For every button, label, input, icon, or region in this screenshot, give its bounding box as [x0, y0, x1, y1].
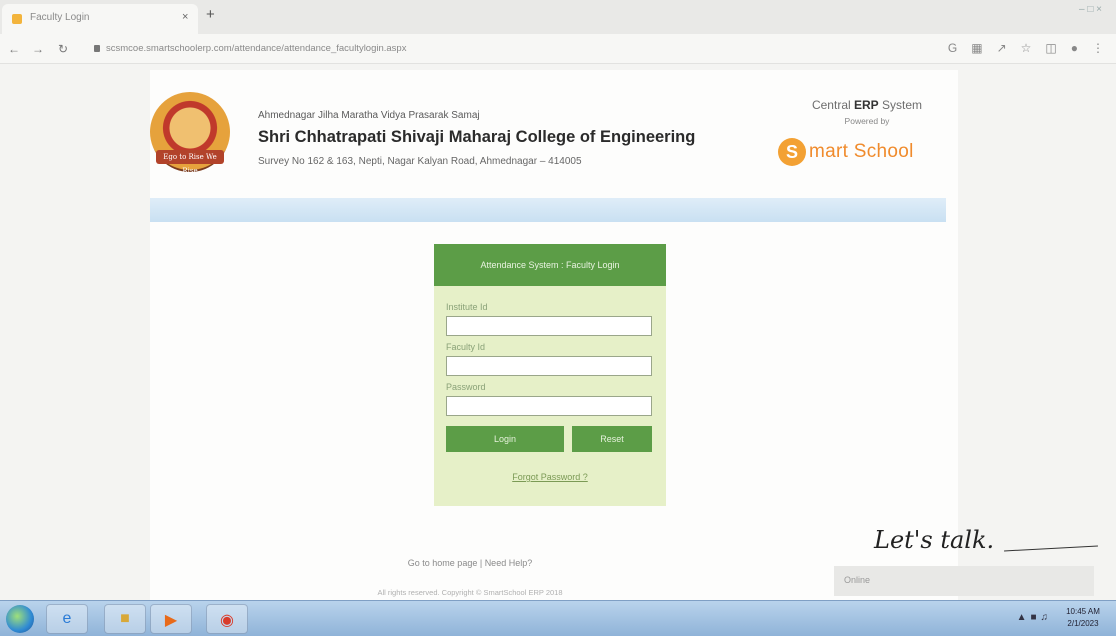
menu-kebab-icon[interactable]: ⋮: [1092, 41, 1104, 55]
tab-title: Faculty Login: [30, 12, 90, 23]
forgot-password-link[interactable]: Forgot Password ?: [434, 472, 666, 482]
bookmark-star-icon[interactable]: ☆: [1021, 41, 1032, 55]
folder-icon: ■: [120, 610, 130, 627]
media-player-icon: ▶: [164, 612, 178, 629]
taskbar-media-player[interactable]: ▶: [150, 604, 192, 634]
translate-icon[interactable]: ▦: [971, 41, 982, 55]
page-content: Ego to Rise We Rise Ahmednagar Jilha Mar…: [150, 70, 958, 605]
home-page-link[interactable]: Go to home page: [408, 558, 478, 568]
brand-text: mart School: [809, 141, 914, 162]
clock[interactable]: 10:45 AM 2/1/2023: [1058, 606, 1108, 630]
new-tab-icon[interactable]: +: [206, 6, 215, 23]
login-title: Attendance System : Faculty Login: [434, 244, 666, 286]
help-link[interactable]: Need Help?: [485, 558, 533, 568]
college-address: Survey No 162 & 163, Nepti, Nagar Kalyan…: [258, 156, 582, 167]
erp-title: Central ERP System: [811, 98, 923, 112]
smartschool-logo: S mart School: [778, 136, 948, 170]
forward-icon[interactable]: →: [32, 42, 44, 56]
login-panel: Attendance System : Faculty Login Instit…: [434, 244, 666, 506]
institute-id-input[interactable]: [446, 316, 652, 336]
footer-links: Go to home page | Need Help?: [150, 558, 790, 568]
ie-icon: e: [62, 610, 72, 627]
org-name: Ahmednagar Jilha Maratha Vidya Prasarak …: [258, 110, 480, 121]
lock-icon: [94, 45, 100, 52]
url-field[interactable]: scsmcoe.smartschoolerp.com/attendance/at…: [106, 43, 406, 54]
institute-id-label: Institute Id: [446, 302, 488, 312]
taskbar-folder[interactable]: ■: [104, 604, 146, 634]
sidebar-icon[interactable]: ◫: [1045, 41, 1056, 55]
back-icon[interactable]: ←: [8, 42, 20, 56]
browser-tab[interactable]: Faculty Login ×: [2, 4, 198, 34]
erp-bold: ERP: [854, 98, 879, 112]
share-icon[interactable]: ↗: [997, 41, 1007, 55]
profile-icon[interactable]: ●: [1071, 41, 1078, 55]
college-name: Shri Chhatrapati Shivaji Maharaj College…: [258, 128, 696, 146]
system-tray[interactable]: ▲■♫: [1017, 612, 1052, 623]
taskbar-chrome[interactable]: ◉: [206, 604, 248, 634]
clock-time: 10:45 AM: [1066, 607, 1100, 616]
chat-title[interactable]: Let's talk.: [874, 526, 994, 554]
reset-button[interactable]: Reset: [572, 426, 652, 452]
address-bar: ← → ↻ scsmcoe.smartschoolerp.com/attenda…: [0, 34, 1116, 64]
taskbar: e ■ ▶ ◉ ▲■♫ 10:45 AM 2/1/2023: [0, 600, 1116, 636]
footer-separator: |: [477, 558, 485, 568]
favicon-icon: [12, 14, 22, 24]
chat-widget[interactable]: Online: [834, 566, 1094, 596]
header-strip: [150, 198, 946, 222]
logo-banner: Ego to Rise We Rise: [156, 150, 224, 175]
password-input[interactable]: [446, 396, 652, 416]
chat-status: Online: [844, 575, 871, 585]
close-tab-icon[interactable]: ×: [182, 11, 188, 23]
start-button-icon[interactable]: [6, 605, 34, 633]
password-label: Password: [446, 382, 486, 392]
clock-date: 2/1/2023: [1067, 619, 1099, 628]
reload-icon[interactable]: ↻: [58, 42, 68, 56]
faculty-id-input[interactable]: [446, 356, 652, 376]
copyright: All rights reserved. Copyright © SmartSc…: [377, 588, 563, 597]
chrome-icon: ◉: [220, 612, 234, 629]
chat-underline: [1004, 545, 1098, 552]
window-controls[interactable]: – □ ×: [1079, 4, 1102, 15]
smartschool-s-icon: S: [778, 138, 806, 166]
browser-tab-bar: Faculty Login × + – □ ×: [0, 0, 1116, 34]
taskbar-ie[interactable]: e: [46, 604, 88, 634]
faculty-id-label: Faculty Id: [446, 342, 486, 352]
browser-toolbar: G ▦ ↗ ☆ ◫ ● ⋮: [948, 41, 1104, 55]
login-button[interactable]: Login: [446, 426, 564, 452]
google-icon[interactable]: G: [948, 41, 957, 55]
powered-by: Powered by: [844, 116, 890, 126]
